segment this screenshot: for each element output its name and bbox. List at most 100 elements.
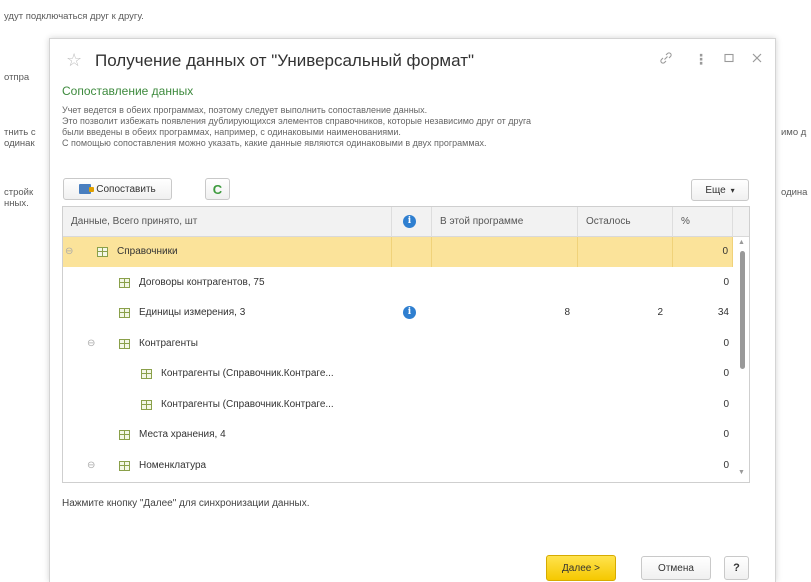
info-icon: i (403, 215, 416, 228)
row-label: Места хранения, 4 (139, 429, 226, 440)
row-label: Контрагенты (139, 337, 198, 349)
row-percent-cell: 0 (673, 237, 733, 267)
hint-text: Нажмите кнопку "Далее" для синхронизации… (62, 498, 310, 509)
row-percent-cell: 0 (723, 276, 729, 288)
row-name-cell: Единицы измерения, 3 (63, 298, 392, 328)
table-row[interactable]: Договоры контрагентов, 75 0 (63, 268, 733, 298)
row-name-cell: ⊖ Контрагенты (63, 329, 392, 359)
description-line: были введены в обеих программах, наприме… (62, 127, 401, 137)
more-vertical-icon[interactable]: ⋮ (694, 51, 708, 67)
table-scrollbar[interactable]: ▲ ▼ (735, 237, 749, 482)
row-percent-cell: 0 (723, 337, 729, 349)
row-info-cell (392, 268, 432, 298)
table-header: Данные, Всего принято, шт i В этой прогр… (63, 207, 749, 237)
row-label: Справочники (117, 246, 178, 257)
row-label: Договоры контрагентов, 75 (139, 276, 265, 288)
row-in-program-cell (432, 268, 578, 298)
row-name-cell: Контрагенты (Справочник.Контраге... (63, 390, 392, 420)
match-button-label: Сопоставить (96, 183, 156, 195)
description-line: Это позволит избежать появления дублирую… (62, 116, 532, 126)
column-header-remaining[interactable]: Осталось (578, 207, 673, 237)
link-icon[interactable] (659, 51, 673, 68)
dialog-title: Получение данных от "Универсальный форма… (95, 51, 475, 70)
background-fragment: одина (781, 187, 808, 198)
scrollbar-thumb[interactable] (740, 251, 745, 369)
row-name-cell: Контрагенты (Справочник.Контраге... (63, 359, 392, 389)
row-info-cell (392, 390, 432, 420)
row-in-program-cell: 8 (564, 307, 570, 318)
data-exchange-dialog: ☆ Получение данных от "Универсальный фор… (49, 38, 776, 582)
column-header-info[interactable]: i (392, 207, 432, 237)
table-row[interactable]: Контрагенты (Справочник.Контраге... 0 (63, 390, 733, 420)
catalog-table-icon (97, 247, 108, 257)
collapse-icon[interactable]: ⊖ (65, 237, 73, 267)
row-in-program-cell (432, 451, 578, 481)
row-in-program-cell (432, 359, 578, 389)
more-menu-button[interactable]: Еще ▾ (691, 179, 749, 201)
table-row[interactable]: Контрагенты (Справочник.Контраге... 0 (63, 359, 733, 389)
background-fragment: одинак (4, 138, 35, 149)
row-remaining-cell (578, 329, 673, 359)
row-remaining-cell: 2 (657, 307, 663, 318)
close-icon[interactable] (751, 51, 763, 67)
maximize-icon[interactable] (723, 51, 735, 67)
row-info-cell (392, 420, 432, 450)
dialog-titlebar: ☆ Получение данных от "Универсальный фор… (50, 39, 775, 83)
match-button[interactable]: Сопоставить (63, 178, 172, 200)
row-label: Номенклатура (139, 459, 207, 471)
table-row[interactable]: ⊖ Справочники 0 (63, 237, 733, 267)
row-remaining-cell (578, 359, 673, 389)
catalog-table-icon (119, 277, 130, 288)
info-icon[interactable]: i (403, 306, 416, 319)
description-text: Учет ведется в обеих программах, поэтому… (62, 105, 531, 149)
table-row[interactable]: ⊖ Контрагенты 0 (63, 329, 733, 359)
row-remaining-cell (578, 268, 673, 298)
mapping-table[interactable]: Данные, Всего принято, шт i В этой прогр… (62, 206, 750, 483)
row-remaining-cell (578, 420, 673, 450)
background-fragment: отпра (4, 72, 30, 83)
row-info-cell[interactable]: i (392, 298, 432, 328)
row-info-cell (392, 237, 432, 267)
row-in-program-cell (432, 329, 578, 359)
background-fragment: нных. (4, 198, 29, 209)
column-header-name[interactable]: Данные, Всего принято, шт (63, 207, 392, 237)
row-in-program-cell (432, 420, 578, 450)
row-info-cell (392, 329, 432, 359)
row-label: Единицы измерения, 3 (139, 307, 246, 318)
row-name-cell: ⊖ Справочники (63, 237, 392, 267)
match-icon (79, 184, 95, 194)
row-in-program-cell (432, 390, 578, 420)
collapse-icon[interactable]: ⊖ (87, 329, 95, 359)
catalog-table-icon (119, 308, 130, 318)
row-name-cell: ⊖ Номенклатура (63, 451, 392, 481)
table-row[interactable]: Места хранения, 4 0 (63, 420, 733, 450)
row-name-cell: Места хранения, 4 (63, 420, 392, 450)
next-button[interactable]: Далее > (546, 555, 616, 581)
background-text-line: удут подключаться друг к другу. (4, 11, 144, 22)
scroll-down-icon[interactable]: ▼ (738, 469, 745, 476)
scroll-up-icon[interactable]: ▲ (738, 239, 745, 246)
column-header-percent[interactable]: % (673, 207, 733, 237)
row-name-cell: Договоры контрагентов, 75 (63, 268, 392, 298)
table-row[interactable]: ⊖ Номенклатура 0 (63, 451, 733, 481)
description-line: Учет ведется в обеих программах, поэтому… (62, 105, 428, 115)
catalog-table-icon (119, 338, 130, 349)
catalog-table-icon (119, 430, 130, 440)
section-heading: Сопоставление данных (62, 84, 194, 98)
cancel-button[interactable]: Отмена (641, 556, 711, 580)
row-percent-cell: 0 (723, 429, 729, 440)
row-remaining-cell (578, 390, 673, 420)
refresh-button[interactable]: C (205, 178, 230, 200)
star-icon[interactable]: ☆ (66, 51, 82, 69)
row-in-program-cell (432, 237, 578, 267)
help-button[interactable]: ? (724, 556, 749, 580)
row-remaining-cell (578, 451, 673, 481)
row-info-cell (392, 451, 432, 481)
row-label: Контрагенты (Справочник.Контраге... (161, 368, 334, 379)
table-row[interactable]: Единицы измерения, 3 i 8 2 34 (63, 298, 733, 328)
background-fragment: имо д (781, 127, 807, 138)
column-header-in-program[interactable]: В этой программе (432, 207, 578, 237)
row-remaining-cell (578, 237, 673, 267)
collapse-icon[interactable]: ⊖ (87, 451, 95, 481)
row-percent-cell: 0 (723, 398, 729, 410)
